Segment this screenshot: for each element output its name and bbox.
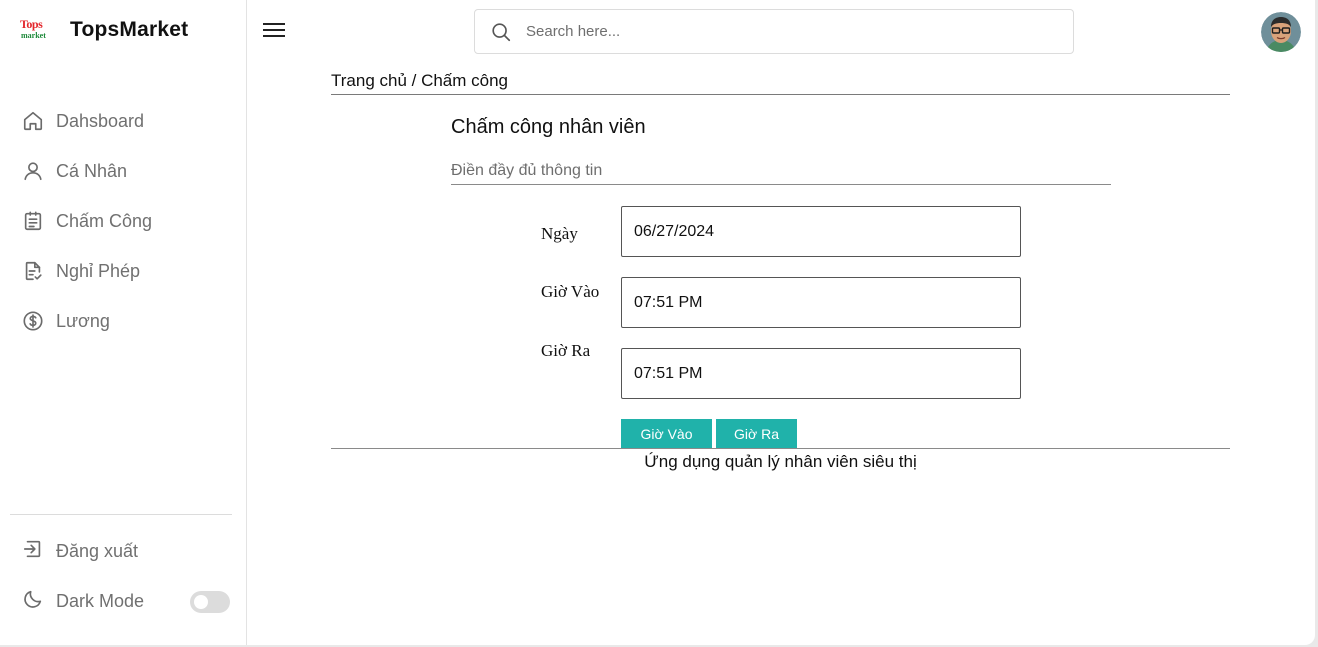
sidebar-item-label: Lương (56, 310, 110, 331)
check-in-label: Giờ Vào (541, 282, 600, 301)
sidebar-item-label: Dahsboard (56, 110, 145, 131)
sidebar-item-leave[interactable]: Nghỉ Phép (0, 246, 246, 296)
brand-name: TopsMarket (70, 18, 189, 41)
date-field[interactable]: 06/27/2024 (621, 206, 1021, 257)
menu-toggle-button[interactable] (262, 20, 286, 40)
sidebar-item-salary[interactable]: Lương (0, 296, 246, 346)
dollar-circle-icon (22, 310, 44, 332)
avatar[interactable] (1261, 12, 1301, 52)
user-icon (22, 160, 44, 182)
search-icon (490, 21, 512, 43)
check-in-time-field[interactable]: 07:51 PM (621, 277, 1021, 328)
sidebar-divider (10, 514, 232, 515)
logout-button[interactable]: Đăng xuất (0, 526, 246, 576)
sidebar-item-label: Chấm Công (56, 210, 153, 231)
logout-icon (22, 538, 44, 565)
document-check-icon (22, 260, 44, 282)
sidebar-item-label: Nghỉ Phép (56, 260, 141, 281)
sidebar-item-timekeeping[interactable]: Chấm Công (0, 196, 246, 246)
breadcrumb-divider (331, 94, 1230, 95)
sidebar: Tops market TopsMarket Dahsboard Cá Nhân (0, 0, 247, 645)
clipboard-icon (22, 210, 44, 232)
logout-label: Đăng xuất (56, 540, 139, 561)
search-bar[interactable] (474, 9, 1074, 54)
sidebar-item-label: Cá Nhân (56, 160, 128, 181)
dark-mode-row: Dark Mode (0, 576, 246, 626)
check-out-time-field[interactable]: 07:51 PM (621, 348, 1021, 399)
brand[interactable]: Tops market TopsMarket (20, 14, 188, 46)
search-input[interactable] (526, 23, 1026, 40)
sidebar-item-dashboard[interactable]: Dahsboard (0, 96, 246, 146)
check-in-button[interactable]: Giờ Vào (621, 419, 712, 449)
tops-market-logo: Tops market (20, 17, 46, 40)
breadcrumb: Trang chủ / Chấm công (331, 71, 509, 90)
toggle-knob (194, 595, 208, 609)
form-header-divider (451, 184, 1111, 185)
footer-text: Ứng dụng quản lý nhân viên siêu thị (644, 452, 917, 471)
hamburger-icon (263, 23, 285, 25)
footer-divider (331, 448, 1230, 449)
dark-mode-label: Dark Mode (56, 590, 145, 611)
app-window: Tops market TopsMarket Dahsboard Cá Nhân (0, 0, 1315, 645)
date-label: Ngày (541, 224, 578, 243)
check-out-label: Giờ Ra (541, 341, 591, 360)
check-out-button[interactable]: Giờ Ra (716, 419, 797, 449)
form-subtitle: Điền đầy đủ thông tin (451, 162, 603, 179)
dark-mode-toggle[interactable] (190, 591, 230, 613)
home-icon (22, 110, 44, 132)
moon-icon (22, 588, 44, 615)
sidebar-nav: Dahsboard Cá Nhân Chấm Công Nghỉ Phép Lư… (0, 96, 246, 346)
sidebar-item-personal[interactable]: Cá Nhân (0, 146, 246, 196)
form-title: Chấm công nhân viên (451, 116, 646, 138)
